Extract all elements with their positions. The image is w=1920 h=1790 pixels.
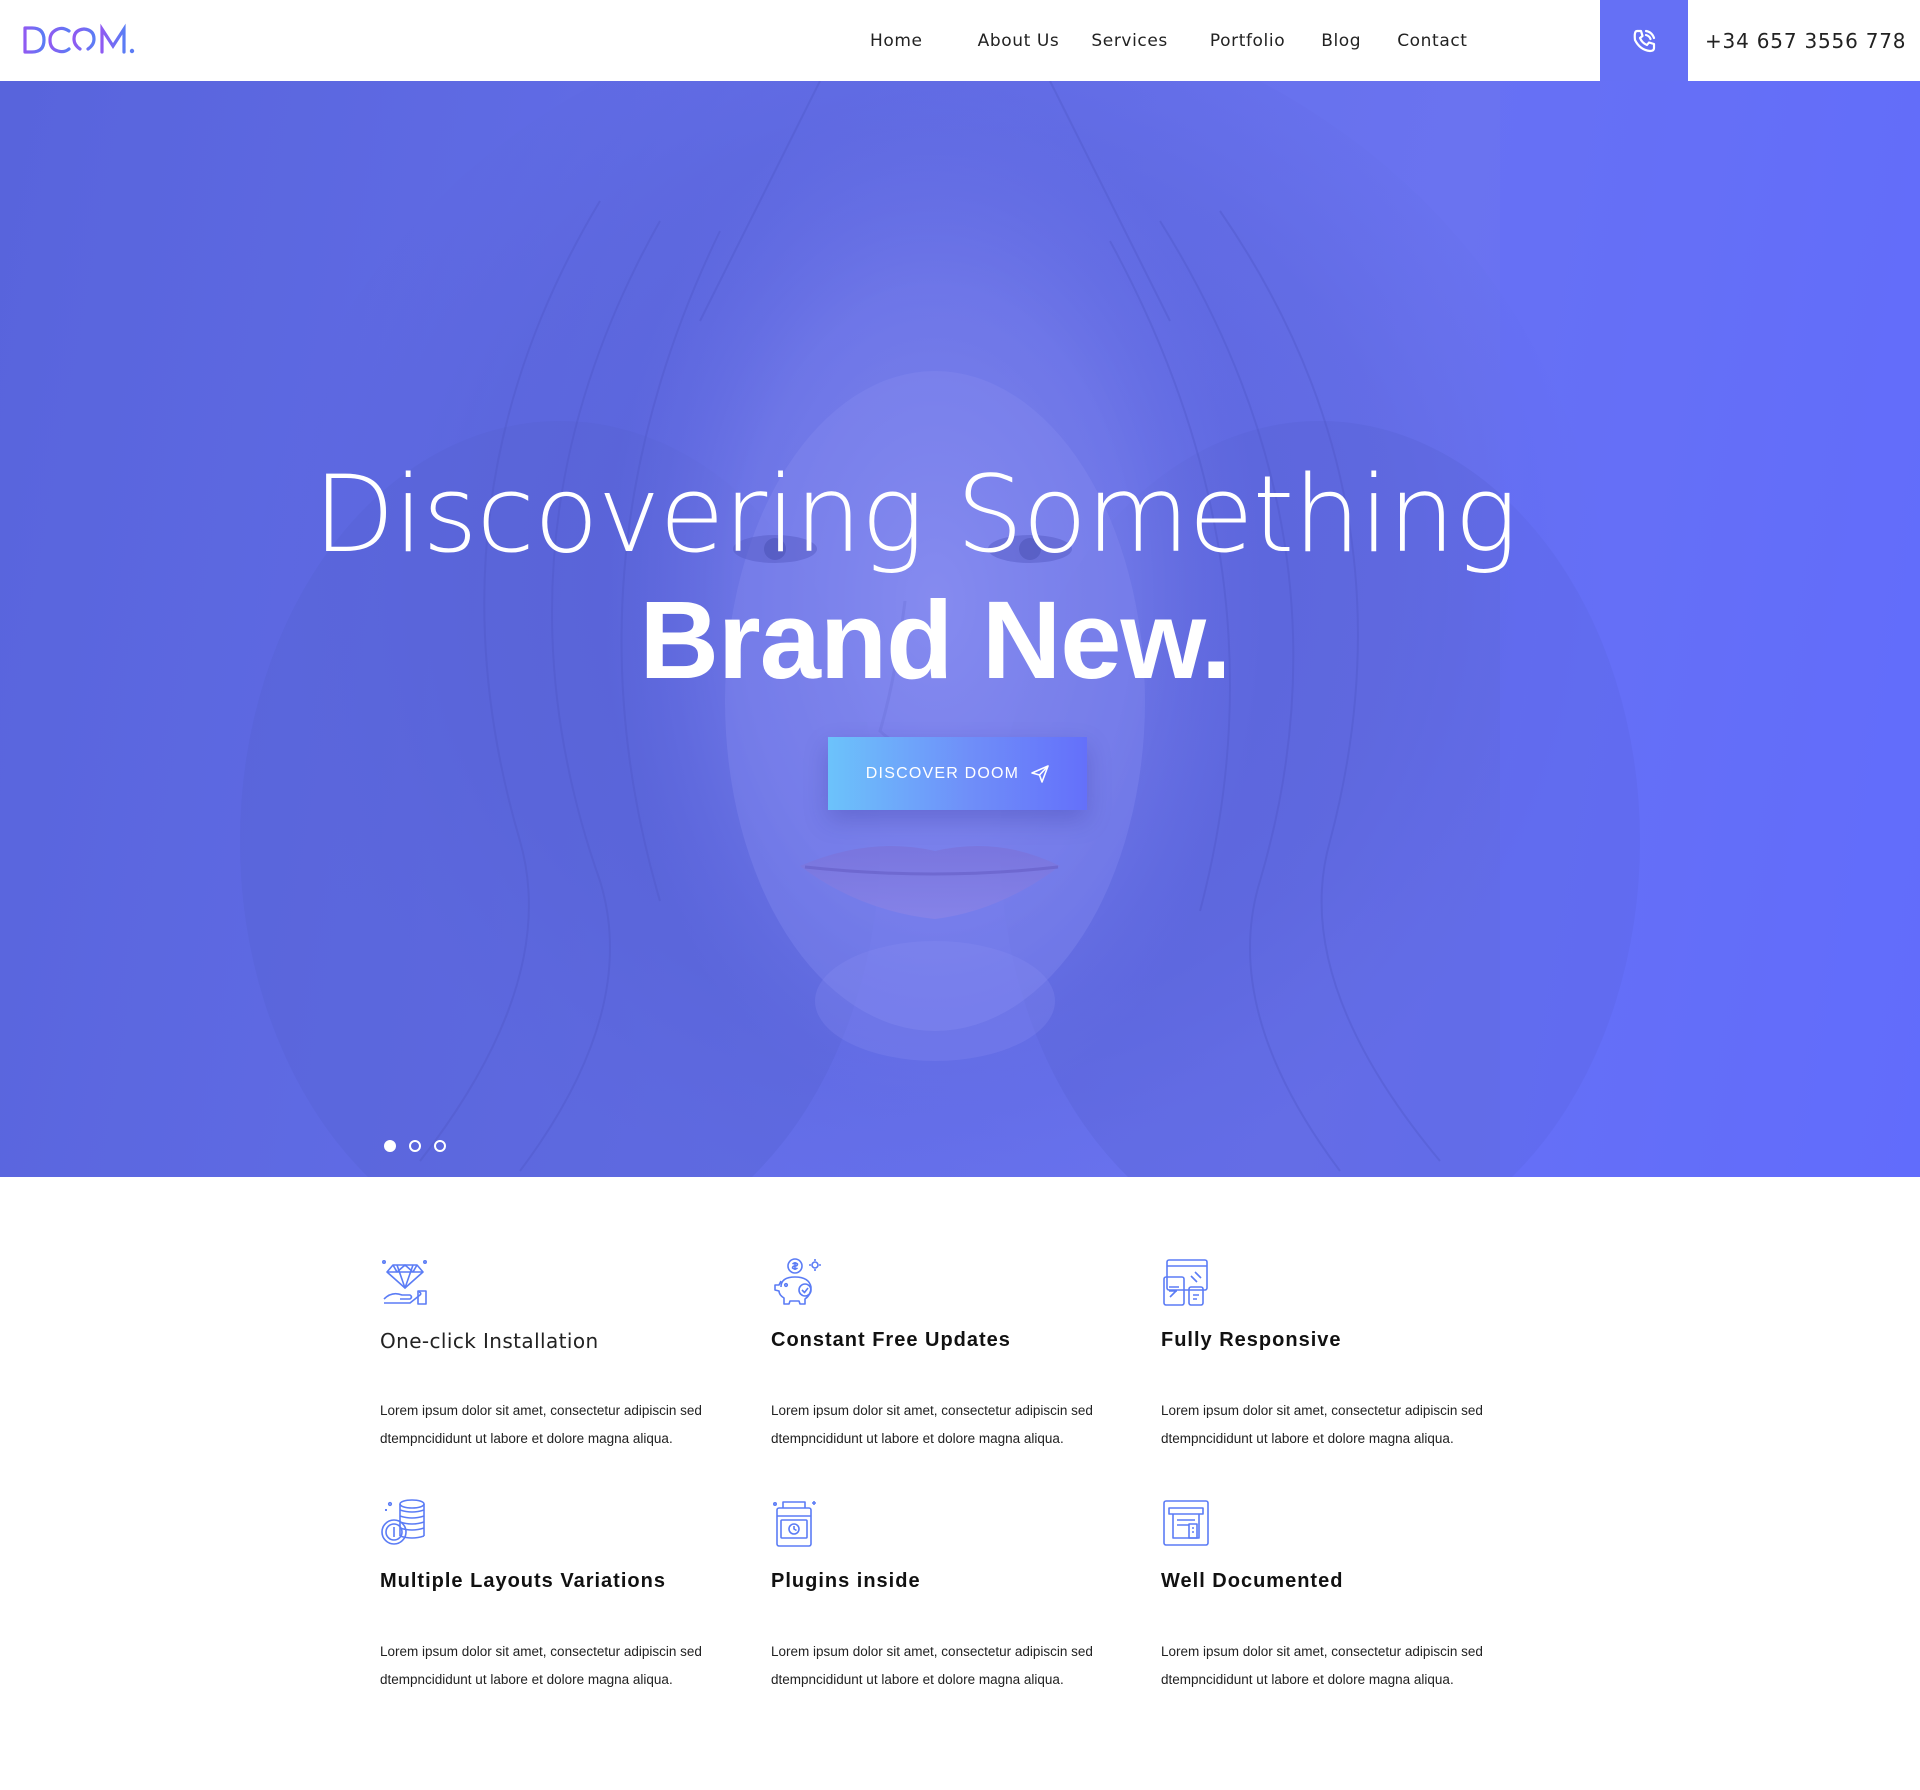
paper-plane-icon: [1031, 764, 1049, 783]
nav-services[interactable]: Services: [1091, 31, 1168, 51]
slider-dot-2[interactable]: [409, 1140, 421, 1152]
feature-item: Plugins inside Lorem ipsum dolor sit ame…: [771, 1498, 1141, 1687]
nav-contact[interactable]: Contact: [1397, 31, 1467, 51]
nav-blog[interactable]: Blog: [1321, 31, 1361, 51]
feature-item: Well Documented Lorem ipsum dolor sit am…: [1161, 1498, 1531, 1687]
feature-item: Fully Responsive Lorem ipsum dolor sit a…: [1161, 1257, 1531, 1446]
discover-button-label: DISCOVER DOOM: [865, 764, 1020, 782]
feature-item: Constant Free Updates Lorem ipsum dolor …: [771, 1257, 1141, 1446]
brand-logo[interactable]: [22, 22, 152, 58]
piggy-bank-icon: [774, 1258, 821, 1305]
feature-title: Plugins inside: [771, 1570, 921, 1592]
devices-icon: [1163, 1259, 1208, 1306]
hero-slider: Discovering Something Brand New. DISCOVE…: [0, 81, 1920, 1177]
feature-text: Lorem ipsum dolor sit amet, consectetur …: [1161, 1644, 1483, 1687]
slider-dot-3[interactable]: [434, 1140, 446, 1152]
feature-title: Constant Free Updates: [771, 1329, 1011, 1351]
atm-document-icon: [1163, 1500, 1209, 1546]
feature-title: Fully Responsive: [1161, 1329, 1342, 1351]
discover-button[interactable]: DISCOVER DOOM: [828, 737, 1087, 810]
feature-item: Multiple Layouts Variations Lorem ipsum …: [380, 1498, 750, 1687]
phone-icon: [1633, 29, 1656, 52]
main-nav: Home About Us Services Portfolio Blog Co…: [870, 0, 1468, 81]
feature-text: Lorem ipsum dolor sit amet, consectetur …: [1161, 1403, 1483, 1446]
diamond-hand-icon: [381, 1259, 427, 1305]
slider-dots: [384, 1140, 446, 1152]
feature-title: Well Documented: [1161, 1570, 1344, 1592]
nav-about-us[interactable]: About Us: [978, 31, 1060, 51]
wallet-clock-icon: [772, 1501, 816, 1547]
phone-button[interactable]: [1600, 0, 1688, 81]
feature-text: Lorem ipsum dolor sit amet, consectetur …: [771, 1403, 1093, 1446]
feature-text: Lorem ipsum dolor sit amet, consectetur …: [380, 1644, 702, 1687]
feature-text: Lorem ipsum dolor sit amet, consectetur …: [380, 1403, 702, 1446]
slider-dot-1[interactable]: [384, 1140, 396, 1152]
feature-title: One-click Installation: [380, 1329, 599, 1353]
nav-home[interactable]: Home: [870, 31, 923, 51]
feature-title: Multiple Layouts Variations: [380, 1570, 666, 1592]
hero-title-light: Discovering Something: [313, 453, 1518, 576]
feature-item: One-click Installation Lorem ipsum dolor…: [380, 1257, 750, 1446]
site-header: Home About Us Services Portfolio Blog Co…: [0, 0, 1920, 81]
hero-title-bold: Brand New.: [639, 579, 1231, 702]
phone-number[interactable]: +34 657 3556 778: [1705, 0, 1906, 81]
feature-text: Lorem ipsum dolor sit amet, consectetur …: [771, 1644, 1093, 1687]
coins-stack-icon: [381, 1499, 425, 1545]
nav-portfolio[interactable]: Portfolio: [1210, 31, 1285, 51]
